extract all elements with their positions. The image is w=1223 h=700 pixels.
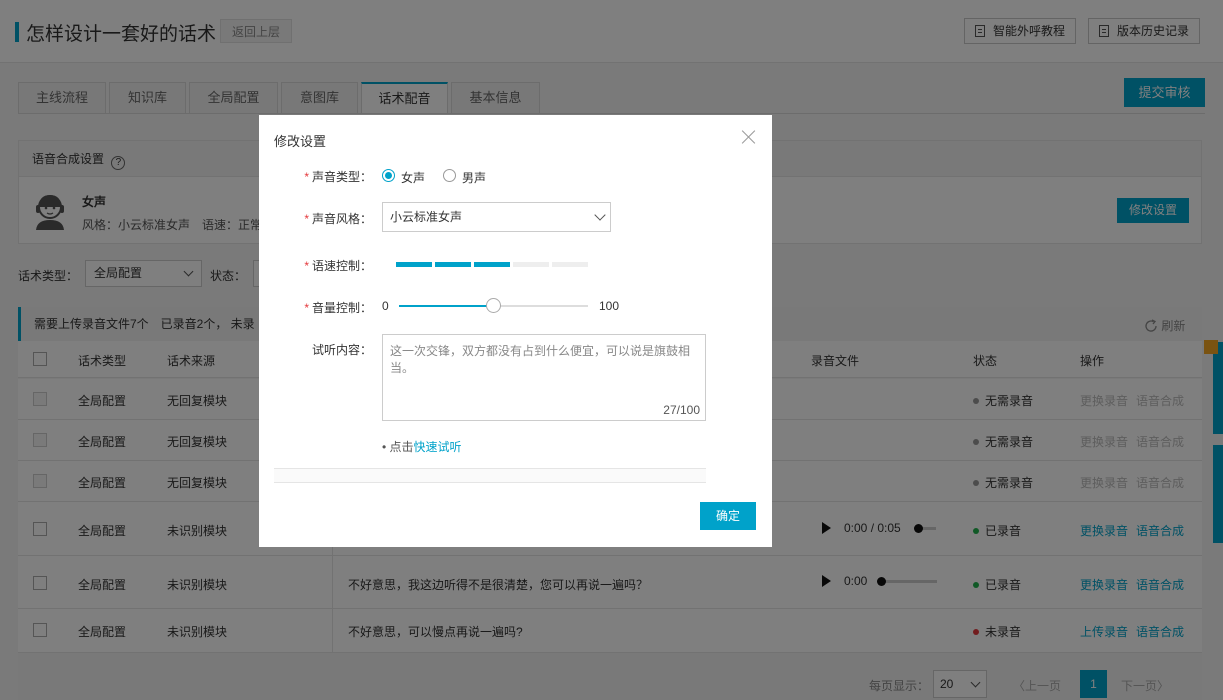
volume-slider-fill — [399, 305, 494, 307]
preview-text: 这一次交锋，双方都没有占到什么便宜，可以说是旗鼓相当。 — [390, 344, 691, 375]
voice-style-value: 小云标准女声 — [390, 210, 463, 224]
speed-segment[interactable] — [552, 262, 588, 267]
required-mark: * — [304, 212, 309, 226]
speed-control-label-text: 语速控制： — [311, 259, 372, 273]
quick-preview-link[interactable]: 快速试听 — [414, 440, 462, 454]
char-count: 27/100 — [663, 403, 700, 417]
voice-style-select[interactable]: 小云标准女声 — [382, 202, 611, 232]
radio-male[interactable] — [443, 169, 456, 182]
voice-style-label: * 声音风格： — [304, 210, 372, 227]
speed-segment[interactable] — [474, 262, 510, 267]
dialog-title: 修改设置 — [274, 134, 327, 149]
chevron-down-icon — [594, 209, 606, 221]
confirm-button[interactable]: 确定 — [700, 502, 756, 530]
voice-type-label: * 声音类型： — [304, 168, 372, 185]
radio-male-label[interactable]: 男声 — [462, 169, 486, 186]
preview-textarea[interactable]: 这一次交锋，双方都没有占到什么便宜，可以说是旗鼓相当。 27/100 — [382, 334, 706, 421]
radio-female[interactable] — [382, 169, 395, 182]
required-mark: * — [304, 170, 309, 184]
volume-control-label: * 音量控制： — [304, 299, 372, 316]
close-icon[interactable] — [741, 129, 757, 145]
speed-segment[interactable] — [396, 262, 432, 267]
hint-prefix: • 点击 — [382, 440, 414, 454]
speed-control-label: * 语速控制： — [304, 257, 372, 274]
radio-female-label[interactable]: 女声 — [401, 169, 425, 186]
voice-type-label-text: 声音类型： — [311, 170, 372, 184]
voice-style-label-text: 声音风格： — [311, 212, 372, 226]
volume-control-label-text: 音量控制： — [311, 301, 372, 315]
required-mark: * — [304, 301, 309, 315]
speed-segment[interactable] — [435, 262, 471, 267]
volume-slider[interactable] — [399, 298, 588, 313]
volume-slider-knob[interactable] — [485, 298, 501, 313]
edit-settings-dialog: 修改设置 * 声音类型： 女声 男声 * 声音风格： 小云标准女声 * 语速控制： *… — [259, 115, 772, 547]
preview-content-label: 试听内容： — [311, 343, 372, 357]
dialog-divider — [274, 468, 706, 483]
speed-segment[interactable] — [513, 262, 549, 267]
quick-preview-hint: • 点击快速试听 — [382, 438, 462, 455]
required-mark: * — [304, 259, 309, 273]
volume-max: 100 — [599, 299, 620, 313]
volume-min: 0 — [382, 299, 389, 313]
